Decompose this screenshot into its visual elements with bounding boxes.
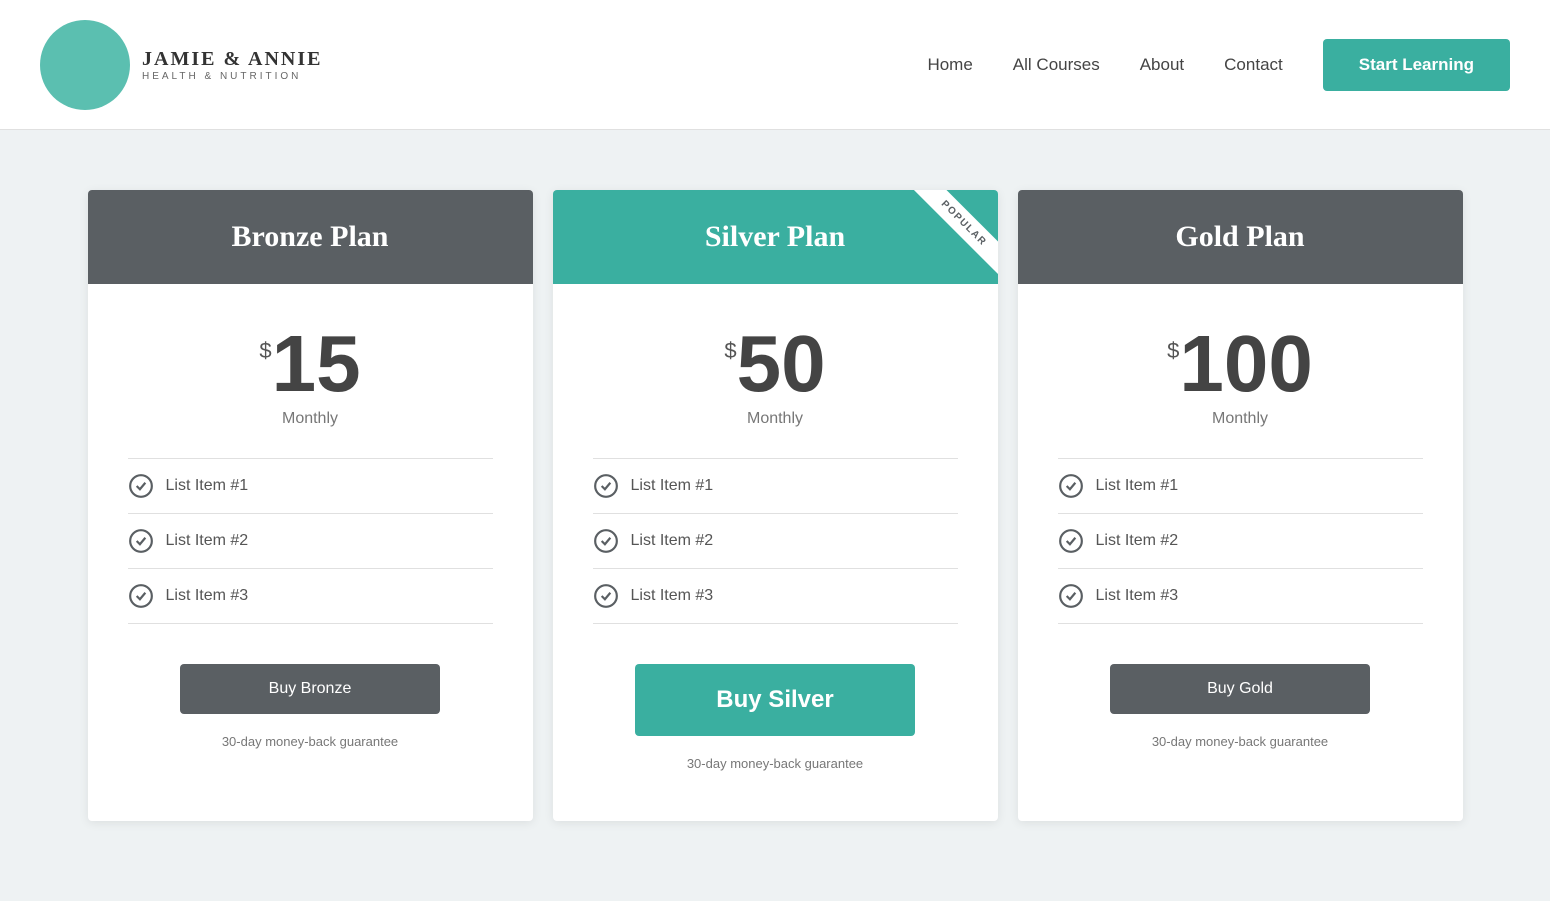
nav-links: Home All Courses About Contact Start Lea… [927,39,1510,91]
nav-contact[interactable]: Contact [1224,55,1283,75]
bronze-price-dollar: $ [259,338,271,364]
logo-subtitle: HEALTH & NUTRITION [142,71,322,82]
buy-silver-button[interactable]: Buy Silver [635,664,915,736]
check-icon [1058,473,1084,499]
bronze-price-row: $ 15 [128,324,493,404]
silver-plan-card: Silver Plan POPULAR $ 50 Monthly List It… [553,190,998,821]
gold-plan-header: Gold Plan [1018,190,1463,284]
check-icon [128,583,154,609]
bronze-price-number: 15 [272,324,361,404]
bronze-guarantee: 30-day money-back guarantee [128,734,493,749]
logo-title: JAMIE & ANNIE [142,48,322,71]
check-icon [1058,528,1084,554]
gold-price-dollar: $ [1167,338,1179,364]
gold-price-row: $ 100 [1058,324,1423,404]
gold-guarantee: 30-day money-back guarantee [1058,734,1423,749]
gold-plan-title: Gold Plan [1038,220,1443,254]
check-icon [128,528,154,554]
navbar: JAMIE & ANNIE HEALTH & NUTRITION Home Al… [0,0,1550,130]
silver-plan-body: $ 50 Monthly List Item #1 Lis [553,284,998,821]
bronze-feature-list: List Item #1 List Item #2 List Item #3 [128,458,493,624]
gold-feature-list: List Item #1 List Item #2 List Item #3 [1058,458,1423,624]
silver-price-dollar: $ [724,338,736,364]
bronze-plan-header: Bronze Plan [88,190,533,284]
check-icon [593,473,619,499]
check-icon [1058,583,1084,609]
logo-text: JAMIE & ANNIE HEALTH & NUTRITION [142,48,322,82]
logo-circle [40,20,130,110]
silver-feature-list: List Item #1 List Item #2 List Item #3 [593,458,958,624]
check-icon [593,583,619,609]
list-item: List Item #3 [1058,569,1423,624]
nav-home[interactable]: Home [927,55,972,75]
silver-price-number: 50 [737,324,826,404]
nav-about[interactable]: About [1140,55,1184,75]
list-item: List Item #3 [593,569,958,624]
list-item: List Item #1 [1058,458,1423,514]
silver-guarantee: 30-day money-back guarantee [593,756,958,771]
logo-area: JAMIE & ANNIE HEALTH & NUTRITION [40,20,322,110]
nav-all-courses[interactable]: All Courses [1013,55,1100,75]
check-icon [128,473,154,499]
list-item: List Item #1 [593,458,958,514]
pricing-section: Bronze Plan $ 15 Monthly List Item #1 [0,130,1550,901]
bronze-plan-title: Bronze Plan [108,220,513,254]
list-item: List Item #1 [128,458,493,514]
popular-badge-label: POPULAR [912,190,997,275]
list-item: List Item #2 [593,514,958,569]
list-item: List Item #3 [128,569,493,624]
start-learning-button[interactable]: Start Learning [1323,39,1510,91]
bronze-price-period: Monthly [128,410,493,428]
gold-plan-body: $ 100 Monthly List Item #1 Li [1018,284,1463,799]
gold-price-number: 100 [1179,324,1312,404]
gold-plan-card: Gold Plan $ 100 Monthly List Item #1 [1018,190,1463,821]
silver-price-period: Monthly [593,410,958,428]
check-icon [593,528,619,554]
buy-bronze-button[interactable]: Buy Bronze [180,664,440,714]
list-item: List Item #2 [1058,514,1423,569]
gold-price-period: Monthly [1058,410,1423,428]
bronze-plan-body: $ 15 Monthly List Item #1 Lis [88,284,533,799]
buy-gold-button[interactable]: Buy Gold [1110,664,1370,714]
list-item: List Item #2 [128,514,493,569]
popular-badge: POPULAR [898,190,998,290]
silver-price-row: $ 50 [593,324,958,404]
bronze-plan-card: Bronze Plan $ 15 Monthly List Item #1 [88,190,533,821]
